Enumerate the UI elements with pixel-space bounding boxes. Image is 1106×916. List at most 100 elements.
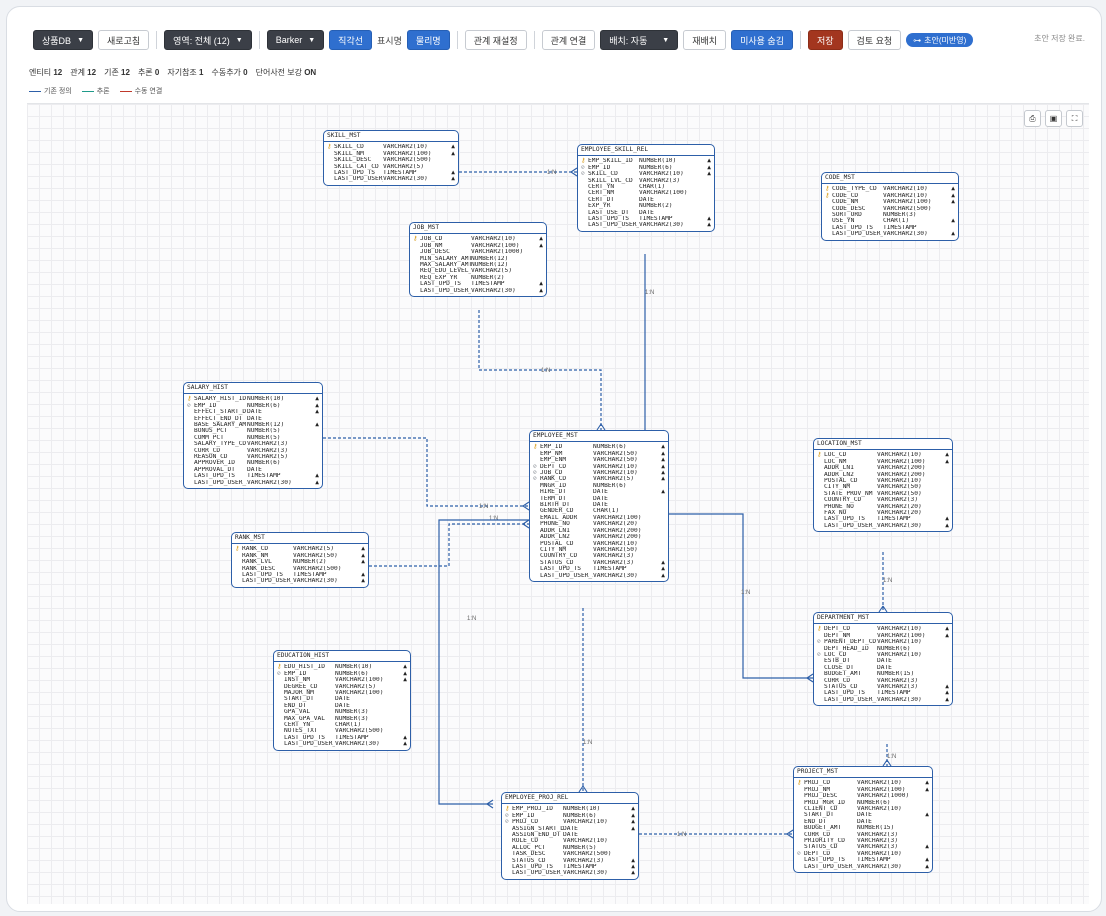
column-spacer bbox=[533, 573, 540, 579]
relation-line[interactable] bbox=[438, 519, 529, 805]
entity-columns: ⚷ SALARY_HIST_ID NUMBER(10) ▲ ⊘ EMP_ID NUMBER(… bbox=[184, 394, 322, 488]
entity-title: EMPLOYEE_MST bbox=[530, 431, 668, 443]
cardinality-label: 1:N bbox=[479, 504, 488, 510]
legend-line-icon bbox=[119, 90, 132, 92]
legend: 기존 정의 추론 수동 연결 bbox=[29, 86, 162, 96]
relayout-button[interactable]: 재배치 bbox=[683, 30, 727, 50]
entity-code-mst[interactable]: CODE_MST ⚷ CODE_TYPE_CD VARCHAR2(10) ▲ ⚷ CODE_… bbox=[821, 172, 959, 241]
column-spacer bbox=[817, 523, 824, 529]
column-spacer bbox=[581, 222, 588, 228]
cardinality-label: 1:N bbox=[467, 616, 476, 622]
legend-label: 추론 bbox=[96, 88, 110, 95]
stat-item: 기존 12 bbox=[104, 67, 130, 78]
relation-line[interactable] bbox=[369, 523, 529, 567]
column-name: LAST_UPD_USER_ID bbox=[540, 572, 593, 579]
hide-unused-button[interactable]: 미사용 숨김 bbox=[731, 30, 793, 50]
entity-title: LOCATION_MST bbox=[814, 439, 952, 451]
not-null-flag: ▲ bbox=[707, 221, 711, 229]
entity-title: EDUCATION_HIST bbox=[274, 651, 410, 663]
cardinality-label: 1:N bbox=[883, 578, 892, 584]
review-request-button[interactable]: 검토 요청 bbox=[847, 30, 902, 50]
physical-name-button[interactable]: 물리명 bbox=[406, 30, 450, 50]
entity-project-mst[interactable]: PROJECT_MST ⚷ PROJ_CD VARCHAR2(10) ▲ PROJ_NM V… bbox=[793, 766, 933, 874]
area-select[interactable]: 영역: 전체 (12) ▼ bbox=[164, 30, 252, 50]
fullscreen-icon[interactable]: ⛶ bbox=[1066, 110, 1083, 127]
entity-title: CODE_MST bbox=[822, 173, 958, 185]
column-type: VARCHAR2(30) bbox=[593, 572, 638, 579]
column-type: VARCHAR2(30) bbox=[563, 870, 608, 877]
not-null-flag: ▲ bbox=[315, 478, 319, 486]
toolbar: 상품DB ▼ 새로고침 영역: 전체 (12) ▼ Barker ▼ 직각선 표시명 … bbox=[33, 29, 974, 51]
not-null-flag: ▲ bbox=[945, 695, 949, 703]
relation-link-button[interactable]: 관계 연결 bbox=[541, 30, 596, 50]
not-null-flag: ▲ bbox=[945, 521, 949, 529]
draft-badge: ⊶ 초안(미반영) bbox=[906, 33, 974, 47]
column-row: LAST_UPD_USER_IDVARCHAR2(30) ▲ bbox=[505, 870, 635, 877]
relation-line[interactable] bbox=[669, 513, 813, 679]
cardinality-label: 1:N bbox=[547, 170, 556, 176]
stat-label: 수동추가 bbox=[211, 68, 244, 77]
chevron-down-icon: ▼ bbox=[308, 36, 316, 44]
column-spacer bbox=[327, 176, 334, 182]
entity-employee-skill-rel[interactable]: EMPLOYEE_SKILL_REL ⚷ EMP_SKILL_ID NUMBER(10… bbox=[577, 144, 715, 232]
entity-employee-mst[interactable]: EMPLOYEE_MST ⚷ EMP_ID NUMBER(6) ▲ EMP_NM VARCH… bbox=[529, 430, 669, 582]
column-type: VARCHAR2(30) bbox=[383, 176, 428, 183]
column-type: VARCHAR2(30) bbox=[247, 479, 292, 486]
stat-label: 엔티티 bbox=[29, 68, 54, 77]
entity-columns: ⚷ CODE_TYPE_CD VARCHAR2(10) ▲ ⚷ CODE_CD VARCHA… bbox=[822, 184, 958, 239]
entity-columns: ⚷ EMP_PROJ_ID NUMBER(10) ▲ ⊘ EMP_ID NUMBER(6) ▲… bbox=[502, 804, 638, 878]
entity-salary-hist[interactable]: SALARY_HIST ⚷ SALARY_HIST_ID NUMBER(10) ▲ ⊘ EM… bbox=[183, 382, 323, 490]
stat-item: 자기참조 1 bbox=[167, 67, 203, 78]
stat-value: 12 bbox=[87, 68, 97, 77]
entity-title: PROJECT_MST bbox=[794, 767, 932, 779]
entity-location-mst[interactable]: LOCATION_MST ⚷ LOC_CD VARCHAR2(10) ▲ LOC_NM VA… bbox=[813, 438, 953, 533]
cardinality-label: 1:N bbox=[741, 590, 750, 596]
relation-reset-button[interactable]: 관계 재설정 bbox=[464, 30, 527, 50]
stats-bar: 엔티티 12 관계 12 기존 12 추론 0 자기참조 1 수동추가 0 단어사전 보강 … bbox=[29, 67, 316, 78]
entity-employee-proj-rel[interactable]: EMPLOYEE_PROJ_REL ⚷ EMP_PROJ_ID NUMBER(10) ▲… bbox=[501, 792, 639, 880]
not-null-flag: ▲ bbox=[403, 740, 407, 748]
orthogonal-line-button[interactable]: 직각선 bbox=[329, 30, 373, 50]
entity-job-mst[interactable]: JOB_MST ⚷ JOB_CD VARCHAR2(10) ▲ JOB_NM VARCHAR… bbox=[409, 222, 547, 298]
column-row: LAST_UPD_USER_IDVARCHAR2(30) ▲ bbox=[825, 230, 955, 237]
stat-value: 0 bbox=[243, 68, 248, 77]
entity-title: SKILL_MST bbox=[324, 131, 458, 143]
column-name: LAST_UPD_USER_ID bbox=[824, 522, 877, 529]
entity-title: JOB_MST bbox=[410, 223, 546, 235]
column-spacer bbox=[505, 870, 512, 876]
stat-item: 수동추가 0 bbox=[211, 67, 247, 78]
db-select-label: 상품DB bbox=[42, 35, 72, 46]
area-select-label: 영역: 전체 (12) bbox=[173, 35, 230, 46]
db-select[interactable]: 상품DB ▼ bbox=[33, 30, 94, 50]
cardinality-label: 1:N bbox=[583, 740, 592, 746]
legend-item: 기존 정의 bbox=[29, 86, 72, 96]
entity-columns: ⚷ PROJ_CD VARCHAR2(10) ▲ PROJ_NM VARCHAR2(100… bbox=[794, 778, 932, 872]
legend-line-icon bbox=[81, 90, 94, 92]
layout-select[interactable]: 배치: 자동 ▼ bbox=[600, 30, 679, 50]
divider bbox=[456, 31, 458, 49]
entity-rank-mst[interactable]: RANK_MST ⚷ RANK_CD VARCHAR2(5) ▲ RANK_NM VARCH… bbox=[231, 532, 369, 588]
column-row: LAST_UPD_USER_IDVARCHAR2(30) ▲ bbox=[817, 521, 949, 529]
save-icon[interactable]: ▣ bbox=[1045, 110, 1062, 127]
not-null-flag: ▲ bbox=[361, 577, 365, 585]
stat-value: 0 bbox=[154, 68, 160, 77]
not-null-flag: ▲ bbox=[661, 571, 665, 579]
cardinality-label: 1:N bbox=[645, 290, 654, 296]
stat-value: 1 bbox=[199, 68, 204, 77]
notation-select[interactable]: Barker ▼ bbox=[266, 30, 325, 50]
save-button[interactable]: 저장 bbox=[807, 30, 843, 50]
entity-skill-mst[interactable]: SKILL_MST ⚷ SKILL_CD VARCHAR2(10) ▲ SKILL_NM V… bbox=[323, 130, 459, 186]
stat-value: 12 bbox=[53, 68, 63, 77]
column-type: VARCHAR2(30) bbox=[877, 696, 922, 703]
stat-value: 12 bbox=[121, 68, 130, 77]
legend-line-icon bbox=[29, 90, 41, 92]
entity-education-hist[interactable]: EDUCATION_HIST ⚷ EDU_HIST_ID NUMBER(10) ▲ ⊘ EM… bbox=[273, 650, 411, 751]
column-row: LAST_UPD_USER_IDVARCHAR2(30) ▲ bbox=[327, 176, 455, 183]
entity-department-mst[interactable]: DEPARTMENT_MST ⚷ DEPT_CD VARCHAR2(10) ▲ DEPT_… bbox=[813, 612, 953, 707]
relation-line[interactable] bbox=[478, 310, 602, 430]
erd-canvas[interactable]: 1:N 1:N 1:N 1:N 1:N 1:N 1:N 1:N 1:N 1:N 1:N ⎙ ▣ ⛶ … bbox=[27, 103, 1089, 904]
print-icon[interactable]: ⎙ bbox=[1024, 110, 1041, 127]
relation-line[interactable] bbox=[323, 437, 529, 507]
entity-title: RANK_MST bbox=[232, 533, 368, 545]
refresh-button[interactable]: 새로고침 bbox=[98, 30, 150, 50]
